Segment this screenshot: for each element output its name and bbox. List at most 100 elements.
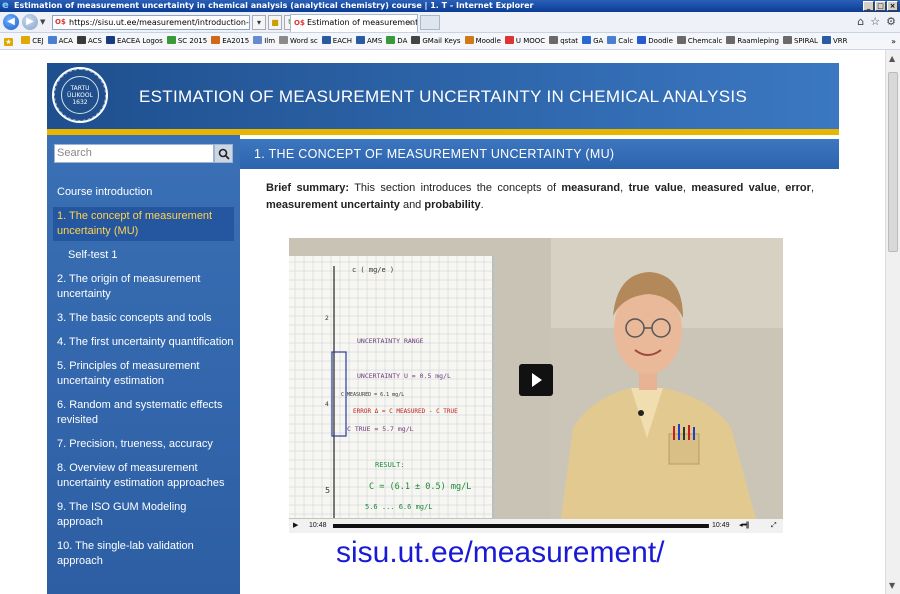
menu-item[interactable]: Course introduction: [47, 183, 240, 202]
address-bar[interactable]: O$ https://sisu.ut.ee/measurement/introd…: [52, 15, 250, 30]
favorite-link[interactable]: Calc: [607, 33, 633, 49]
favorite-label: ACS: [87, 37, 102, 45]
separator: ,: [620, 182, 629, 194]
term-error: error: [785, 182, 811, 194]
favorites-add-icon[interactable]: ★: [4, 33, 15, 49]
seek-bar[interactable]: [333, 524, 709, 528]
favorite-label: SC 2015: [177, 37, 208, 45]
favorite-link[interactable]: Chemcalc: [676, 33, 723, 49]
settings-gear-icon[interactable]: ⚙: [886, 15, 896, 28]
menu-item[interactable]: 1. The concept of measurement uncertaint…: [53, 207, 234, 241]
forward-arrow-icon[interactable]: ▶: [22, 14, 38, 30]
favorites-star-icon[interactable]: ☆: [870, 15, 880, 28]
search-button[interactable]: [214, 144, 233, 163]
play-pause-icon[interactable]: ▶: [293, 519, 298, 533]
separator: ,: [810, 182, 814, 194]
summary-text: This section introduces the concepts of: [349, 182, 562, 194]
tab-close-icon[interactable]: ×: [407, 15, 414, 31]
volume-icon[interactable]: ◂•••|||: [739, 519, 749, 533]
favorite-link[interactable]: DA: [386, 33, 407, 49]
home-icon[interactable]: ⌂: [857, 15, 864, 28]
tab-favicon-icon: O$: [294, 19, 305, 27]
close-button[interactable]: ×: [887, 1, 898, 11]
course-menu: Course introduction 1. The concept of mea…: [47, 183, 240, 576]
favorite-link[interactable]: EA2015: [211, 33, 249, 49]
summary-label: Brief summary:: [266, 182, 350, 194]
favorite-link[interactable]: ACS: [76, 33, 102, 49]
browser-tab[interactable]: O$ Estimation of measurement u... ×: [290, 14, 418, 32]
favorite-link[interactable]: GMail Keys: [411, 33, 461, 49]
board-line: UNCERTAINTY U = 0.5 mg/L: [357, 372, 451, 380]
menu-item[interactable]: 8. Overview of measurement uncertainty e…: [47, 459, 240, 493]
search-input[interactable]: Search: [54, 144, 214, 163]
menu-item[interactable]: 10. The single-lab validation approach: [47, 537, 240, 571]
term-probability: probability: [424, 199, 481, 211]
new-tab-button[interactable]: [420, 15, 440, 30]
menu-item[interactable]: 7. Precision, trueness, accuracy: [47, 435, 240, 454]
favorite-link[interactable]: Doodle: [637, 33, 673, 49]
favorite-link[interactable]: Moodle: [464, 33, 501, 49]
window-controls: _ □ ×: [863, 1, 898, 11]
favorite-link[interactable]: EACH: [321, 33, 352, 49]
favorite-link[interactable]: U MOOC: [504, 33, 545, 49]
favorite-link[interactable]: ACA: [47, 33, 73, 49]
favorites-overflow-icon[interactable]: »: [891, 33, 896, 49]
play-button[interactable]: [519, 364, 553, 396]
favorite-label: GMail Keys: [422, 37, 461, 45]
ie-logo-icon: e: [2, 0, 9, 11]
favorite-link[interactable]: SPIRAL: [782, 33, 818, 49]
course-url-caption: sisu.ut.ee/measurement/: [336, 536, 665, 569]
scroll-down-icon[interactable]: ▼: [889, 581, 895, 590]
favorite-link[interactable]: Raamleping: [726, 33, 779, 49]
lock-icon[interactable]: ■: [268, 15, 282, 30]
menu-item[interactable]: 3. The basic concepts and tools: [47, 309, 240, 328]
flipchart: c ( mg/e ) 2 4 5 UNCERTAINTY RANGE UNCER…: [289, 256, 494, 518]
back-arrow-icon[interactable]: ◀: [3, 14, 19, 30]
favorite-link[interactable]: AMS: [356, 33, 382, 49]
favorite-page-icon: [464, 36, 474, 44]
favorite-link[interactable]: qstat: [549, 33, 578, 49]
menu-item[interactable]: 4. The first uncertainty quantification: [47, 333, 240, 352]
menu-item[interactable]: Self-test 1: [47, 246, 240, 265]
favorite-page-icon: [47, 36, 57, 44]
scroll-thumb[interactable]: [888, 72, 898, 252]
favorite-page-icon: [607, 36, 617, 44]
favorite-label: ACA: [58, 37, 73, 45]
favorite-link[interactable]: Word sc: [279, 33, 318, 49]
minimize-button[interactable]: _: [863, 1, 874, 11]
menu-item[interactable]: 2. The origin of measurement uncertainty: [47, 270, 240, 304]
scroll-up-icon[interactable]: ▲: [889, 54, 895, 63]
board-axis-label: c ( mg/e ): [352, 266, 394, 274]
vertical-scrollbar[interactable]: ▲ ▼: [885, 50, 900, 594]
fullscreen-icon[interactable]: ⤢: [771, 519, 777, 533]
menu-item[interactable]: 9. The ISO GUM Modeling approach: [47, 498, 240, 532]
favorite-link[interactable]: EACEA Logos: [105, 33, 163, 49]
search-dropdown-icon[interactable]: ▾: [252, 15, 266, 30]
favorite-page-icon: [411, 36, 421, 44]
favorite-page-icon: [76, 36, 86, 44]
restore-button[interactable]: □: [875, 1, 886, 11]
favorite-link[interactable]: VRR: [821, 33, 847, 49]
menu-item[interactable]: 6. Random and systematic effects revisit…: [47, 396, 240, 430]
favorite-link[interactable]: SC 2015: [166, 33, 208, 49]
menu-item[interactable]: 5. Principles of measurement uncertainty…: [47, 357, 240, 391]
favorite-link[interactable]: CEJ: [21, 33, 44, 49]
title-bar: e Estimation of measurement uncertainty i…: [0, 0, 900, 12]
board-line: C TRUE = 5.7 mg/L: [347, 425, 414, 433]
university-logo: TARTU ÜLIKOOL 1632: [52, 67, 108, 123]
board-line: C = (6.1 ± 0.5) mg/L: [369, 482, 471, 492]
seek-progress: [333, 524, 709, 528]
history-dropdown-icon[interactable]: ▼: [40, 18, 45, 26]
favorite-page-icon: [321, 36, 331, 44]
favorite-page-icon: [21, 36, 31, 44]
favorite-page-icon: [166, 36, 176, 44]
favorite-page-icon: [105, 36, 115, 44]
favorite-link[interactable]: GA: [582, 33, 603, 49]
favorite-label: Chemcalc: [687, 37, 723, 45]
favorites-bar: ★ CEJ ACA ACS EACEA Logos SC 2015 EA2015 Ilm Wo…: [0, 33, 900, 50]
video-controls: ▶ 10:48 10:49 ◂•••||| ⤢: [289, 519, 783, 533]
favorite-link[interactable]: Ilm: [253, 33, 275, 49]
video-player[interactable]: c ( mg/e ) 2 4 5 UNCERTAINTY RANGE UNCER…: [289, 238, 783, 533]
favorite-label: CEJ: [32, 37, 44, 45]
favorite-label: SPIRAL: [793, 37, 818, 45]
